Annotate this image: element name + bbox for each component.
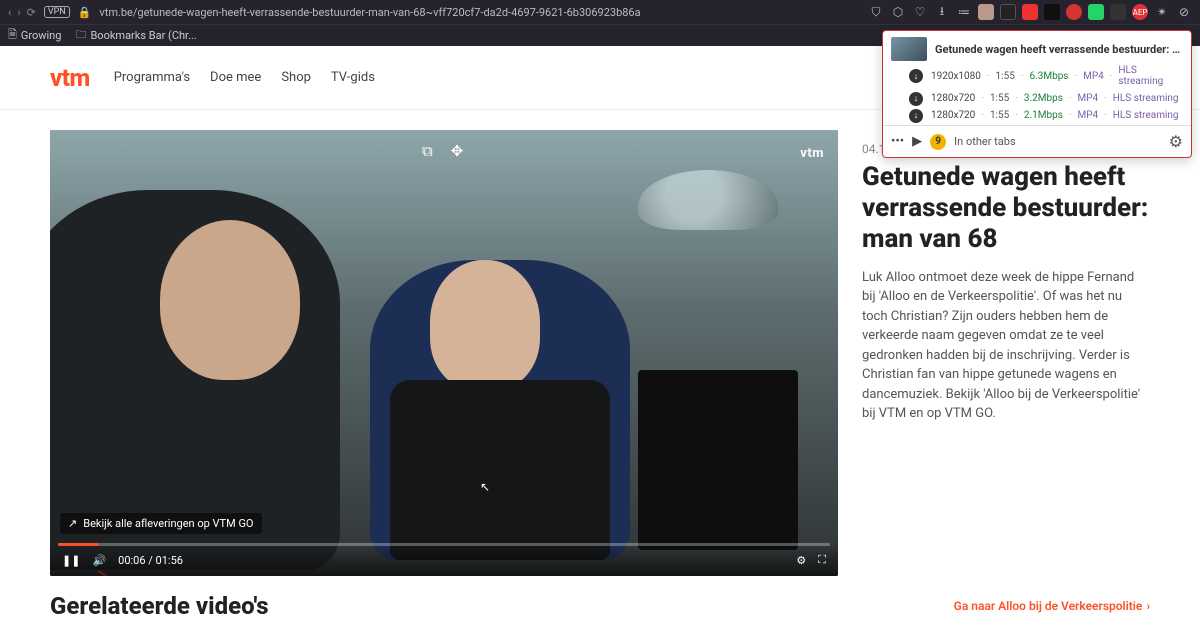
main-layout: ⧉ ✥ vtm ↖ ↗ Bekijk alle afleveringen op …	[0, 110, 1200, 588]
browser-toolbar: ‹ › ⟳ VPN 🔒 vtm.be/getunede-wagen-heeft-…	[0, 0, 1200, 24]
player-controls: ❚❚ 🔊 00:06 / 01:56 ⚙ ⛶	[50, 544, 838, 576]
related-link-text: Ga naar Alloo bij de Verkeerspolitie	[954, 599, 1143, 613]
video-frame-figure	[370, 260, 630, 560]
profile-badge[interactable]: AEP	[1132, 4, 1148, 20]
nav-doemee[interactable]: Doe mee	[210, 70, 261, 85]
hex-icon[interactable]: ⬡	[890, 4, 906, 20]
duration: 1:55	[990, 93, 1009, 104]
volume-button[interactable]: 🔊	[92, 554, 106, 567]
cursor-icon: ↖	[480, 480, 490, 494]
tab-count-badge: 9	[930, 134, 946, 150]
download-option[interactable]: ↓ 1280x720 · 1:55 · 2.1Mbps · MP4 · HLS …	[883, 108, 1191, 125]
address-bar[interactable]: vtm.be/getunede-wagen-heeft-verrassende-…	[99, 6, 640, 19]
whatsapp-icon[interactable]	[1088, 4, 1104, 20]
fullscreen-button[interactable]: ⛶	[818, 553, 826, 567]
chevron-right-icon: ›	[1146, 599, 1150, 613]
related-heading: Gerelateerde video's	[50, 592, 269, 620]
bookmark-label: Bookmarks Bar (Chr...	[90, 29, 196, 42]
more-icon[interactable]: ⊘	[1176, 4, 1192, 20]
file-icon: 🗎	[8, 26, 17, 45]
extension-icon-5[interactable]	[1066, 4, 1082, 20]
resolution: 1920x1080	[931, 71, 981, 82]
shield-icon[interactable]: ⛉	[868, 4, 884, 20]
bookmark-folder[interactable]: 🗀 Bookmarks Bar (Chr...	[75, 26, 196, 45]
downloader-footer: ••• ▶ 9 In other tabs ⚙	[883, 125, 1191, 157]
reload-button[interactable]: ⟳	[27, 6, 36, 19]
nav-buttons: ‹ › ⟳	[8, 6, 36, 19]
download-circle-icon: ↓	[909, 109, 923, 123]
video-player[interactable]: ⧉ ✥ vtm ↖ ↗ Bekijk alle afleveringen op …	[50, 130, 838, 576]
related-link[interactable]: Ga naar Alloo bij de Verkeerspolitie ›	[954, 599, 1150, 613]
external-link-icon: ↗	[68, 517, 77, 530]
bitrate: 3.2Mbps	[1024, 93, 1063, 104]
bookmark-growing[interactable]: 🗎 Growing	[8, 26, 61, 45]
gear-icon[interactable]: ⚙	[1169, 132, 1183, 151]
downloader-header: Getunede wagen heeft verrassende bestuur…	[883, 31, 1191, 63]
more-dots-icon[interactable]: •••	[891, 134, 904, 149]
extension-icon-2[interactable]	[1000, 4, 1016, 20]
bitrate: 6.3Mbps	[1029, 71, 1068, 82]
extension-icon-4[interactable]	[1044, 4, 1060, 20]
download-option[interactable]: ↓ 1920x1080 · 1:55 · 6.3Mbps · MP4 · HLS…	[883, 63, 1191, 91]
video-column: ⧉ ✥ vtm ↖ ↗ Bekijk alle afleveringen op …	[50, 130, 838, 576]
source: HLS streaming	[1113, 93, 1179, 104]
menu-lines-icon[interactable]: ≔	[956, 4, 972, 20]
player-watermark: vtm	[800, 146, 824, 161]
resolution: 1280x720	[931, 110, 975, 121]
download-circle-icon: ↓	[909, 92, 923, 106]
overlay-cta-text: Bekijk alle afleveringen op VTM GO	[83, 517, 253, 530]
format: MP4	[1077, 93, 1098, 104]
extension-icon-3[interactable]	[1022, 4, 1038, 20]
player-top-icons: ⧉ ✥	[422, 142, 463, 160]
download-option[interactable]: ↓ 1280x720 · 1:55 · 3.2Mbps · MP4 · HLS …	[883, 91, 1191, 108]
format: MP4	[1077, 110, 1098, 121]
play-icon[interactable]: ▶	[912, 134, 922, 149]
puzzle-icon[interactable]: ✴	[1154, 4, 1170, 20]
duration: 1:55	[996, 71, 1015, 82]
vpn-badge[interactable]: VPN	[44, 6, 70, 18]
download-circle-icon: ↓	[909, 69, 923, 83]
heart-icon[interactable]: ♡	[912, 4, 928, 20]
time-display: 00:06 / 01:56	[118, 554, 183, 567]
nav-programmas[interactable]: Programma's	[114, 70, 190, 85]
format: MP4	[1083, 71, 1104, 82]
extension-icon-6[interactable]	[1110, 4, 1126, 20]
footer-text: In other tabs	[954, 135, 1015, 148]
downloader-title: Getunede wagen heeft verrassende bestuur…	[935, 43, 1183, 56]
settings-button[interactable]: ⚙	[796, 554, 806, 567]
duration: 1:55	[990, 110, 1009, 121]
resolution: 1280x720	[931, 93, 975, 104]
forward-button[interactable]: ›	[17, 6, 20, 19]
downloader-popup: Getunede wagen heeft verrassende bestuur…	[882, 30, 1192, 158]
source: HLS streaming	[1118, 65, 1183, 87]
extension-icon-1[interactable]	[978, 4, 994, 20]
bookmark-label: Growing	[21, 29, 62, 42]
primary-nav: Programma's Doe mee Shop TV-gids	[114, 70, 375, 85]
article-body: Luk Alloo ontmoet deze week de hippe Fer…	[862, 268, 1150, 424]
nav-tvgids[interactable]: TV-gids	[331, 70, 375, 85]
folder-icon: 🗀	[75, 26, 86, 45]
article-sidebar: 04.12.2023 - 01:55 Getunede wagen heeft …	[862, 130, 1150, 576]
bitrate: 2.1Mbps	[1024, 110, 1063, 121]
expand-icon[interactable]: ✥	[451, 142, 464, 160]
video-frame-device	[638, 370, 798, 550]
downloader-thumbnail	[891, 37, 927, 61]
source: HLS streaming	[1113, 110, 1179, 121]
download-icon[interactable]: ⭳	[934, 4, 950, 20]
back-button[interactable]: ‹	[8, 6, 11, 19]
article-title: Getunede wagen heeft verrassende bestuur…	[862, 162, 1150, 256]
related-section: Gerelateerde video's Ga naar Alloo bij d…	[0, 592, 1200, 630]
overlay-cta[interactable]: ↗ Bekijk alle afleveringen op VTM GO	[60, 513, 262, 534]
lock-icon: 🔒	[78, 6, 92, 19]
video-frame	[50, 130, 838, 576]
site-logo[interactable]: vtm	[50, 64, 90, 92]
pip-icon[interactable]: ⧉	[422, 142, 433, 160]
pause-button[interactable]: ❚❚	[62, 554, 80, 567]
nav-shop[interactable]: Shop	[281, 70, 311, 85]
toolbar-right: ⛉ ⬡ ♡ ⭳ ≔ AEP ✴ ⊘	[868, 4, 1192, 20]
